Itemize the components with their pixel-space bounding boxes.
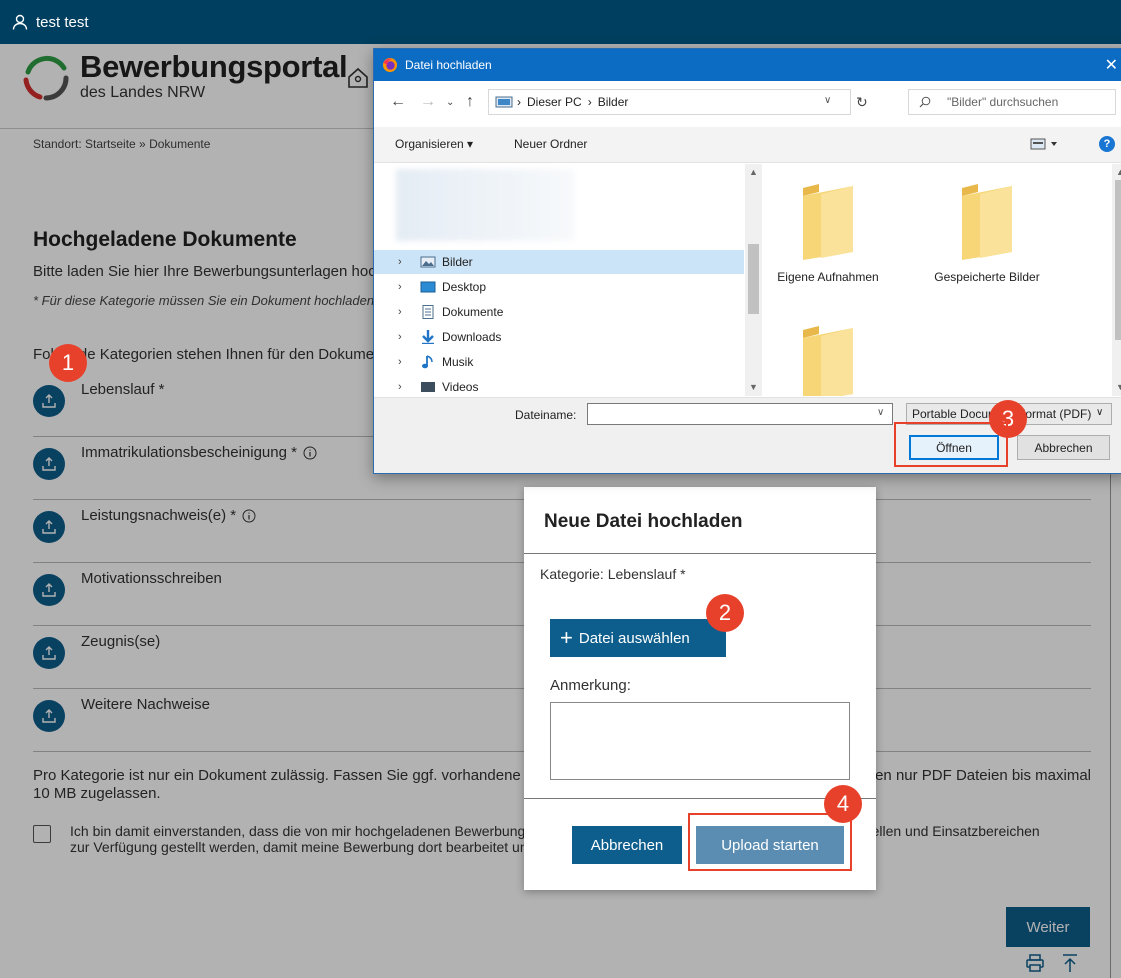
address-bar[interactable]: › Dieser PC › Bilder [488, 89, 851, 115]
pictures-icon [420, 256, 436, 268]
back-arrow-icon[interactable]: ← [390, 93, 406, 111]
music-icon [422, 355, 433, 369]
scroll-thumb[interactable] [1115, 180, 1121, 340]
chevron-right-icon[interactable]: › [398, 331, 410, 343]
note-label: Anmerkung: [550, 677, 631, 694]
dialog-search[interactable]: "Bilder" durchsuchen [908, 89, 1116, 115]
dialog-title: Datei hochladen [405, 58, 492, 72]
videos-icon [421, 382, 435, 392]
chevron-right-icon[interactable]: › [398, 256, 410, 268]
up-arrow-icon[interactable]: ↑ [466, 93, 474, 111]
help-icon[interactable]: ? [1099, 136, 1115, 152]
download-icon [422, 330, 434, 344]
modal-title: Neue Datei hochladen [544, 511, 743, 532]
folder-gespeicherte-bilder[interactable]: Gespeicherte Bilder [927, 182, 1047, 284]
user-icon [12, 14, 28, 30]
step-badge-1: 1 [49, 344, 87, 382]
view-options-icon[interactable] [1030, 137, 1060, 151]
path-separator-icon: › [517, 95, 521, 109]
tree-item-dokumente[interactable]: › Dokumente [374, 300, 744, 324]
scroll-thumb[interactable] [748, 244, 759, 314]
tree-item-videos[interactable]: › Videos [374, 375, 744, 396]
modal-category: Kategorie: Lebenslauf * [540, 566, 686, 582]
search-placeholder: "Bilder" durchsuchen [947, 95, 1059, 109]
dialog-toolbar: Organisieren ▾ Neuer Ordner ? [374, 127, 1121, 163]
firefox-icon [383, 58, 397, 72]
filter-dropdown-icon[interactable]: ∨ [1096, 407, 1103, 418]
choose-file-button[interactable]: + Datei auswählen [550, 619, 726, 657]
choose-file-label: Datei auswählen [578, 629, 690, 647]
chevron-right-icon[interactable]: › [398, 381, 410, 393]
scroll-down-icon[interactable]: ▼ [1116, 382, 1121, 392]
tree-scrollbar[interactable]: ▲ ▼ [745, 164, 762, 396]
modal-divider [524, 798, 876, 799]
new-folder-button[interactable]: Neuer Ordner [514, 137, 587, 151]
tree-item-downloads[interactable]: › Downloads [374, 325, 744, 349]
tree-item-bilder[interactable]: › Bilder [374, 250, 744, 274]
dialog-navbar: ← → ⌄ ↑ › Dieser PC › Bilder ∨ ↻ "Bilder… [374, 81, 1121, 123]
scroll-down-icon[interactable]: ▼ [749, 382, 758, 392]
organize-menu[interactable]: Organisieren ▾ [395, 137, 473, 151]
highlight-start-upload [688, 813, 852, 871]
file-view: Eigene Aufnahmen Gespeicherte Bilder [762, 164, 1112, 396]
folder-icon [962, 184, 1012, 260]
chevron-right-icon[interactable]: › [398, 306, 410, 318]
desktop-icon [420, 281, 436, 293]
dialog-cancel-button[interactable]: Abbrechen [1017, 435, 1110, 460]
recent-chevron-icon[interactable]: ⌄ [446, 97, 454, 108]
folder-untitled[interactable] [768, 324, 888, 396]
note-textarea[interactable] [550, 702, 850, 780]
top-bar: test test [0, 0, 1121, 44]
path-pc[interactable]: Dieser PC [527, 95, 582, 109]
dialog-titlebar[interactable]: Datei hochladen ✕ [374, 49, 1121, 81]
path-separator-icon: › [587, 95, 592, 109]
folder-icon [803, 184, 853, 260]
step-badge-2: 2 [706, 594, 744, 632]
modal-divider [524, 553, 876, 554]
blurred-quick-access [396, 169, 574, 241]
scroll-up-icon[interactable]: ▲ [1116, 167, 1121, 177]
navigation-tree: › Bilder › Desktop › Dokumente › Downloa… [374, 164, 761, 396]
search-icon [919, 96, 931, 108]
filename-label: Dateiname: [515, 408, 577, 422]
pc-icon [495, 96, 513, 108]
folder-eigene-aufnahmen[interactable]: Eigene Aufnahmen [768, 182, 888, 284]
highlight-open-button [894, 422, 1008, 467]
files-scrollbar[interactable]: ▲ ▼ [1112, 164, 1121, 396]
chevron-right-icon[interactable]: › [398, 281, 410, 293]
close-icon[interactable]: ✕ [1105, 55, 1118, 75]
scroll-up-icon[interactable]: ▲ [749, 167, 758, 177]
chevron-right-icon[interactable]: › [398, 356, 410, 368]
folder-icon [803, 326, 853, 396]
filename-input[interactable] [587, 403, 893, 425]
path-folder[interactable]: Bilder [598, 95, 629, 109]
user-name[interactable]: test test [36, 14, 89, 31]
tree-item-musik[interactable]: › Musik [374, 350, 744, 374]
filename-dropdown-icon[interactable]: ∨ [877, 407, 884, 418]
refresh-icon[interactable]: ↻ [856, 94, 868, 111]
plus-icon: + [560, 625, 573, 650]
tree-item-desktop[interactable]: › Desktop [374, 275, 744, 299]
documents-icon [422, 305, 434, 319]
modal-cancel-button[interactable]: Abbrechen [572, 826, 682, 864]
forward-arrow-icon[interactable]: → [420, 93, 436, 111]
address-dropdown-icon[interactable]: ∨ [824, 95, 831, 106]
